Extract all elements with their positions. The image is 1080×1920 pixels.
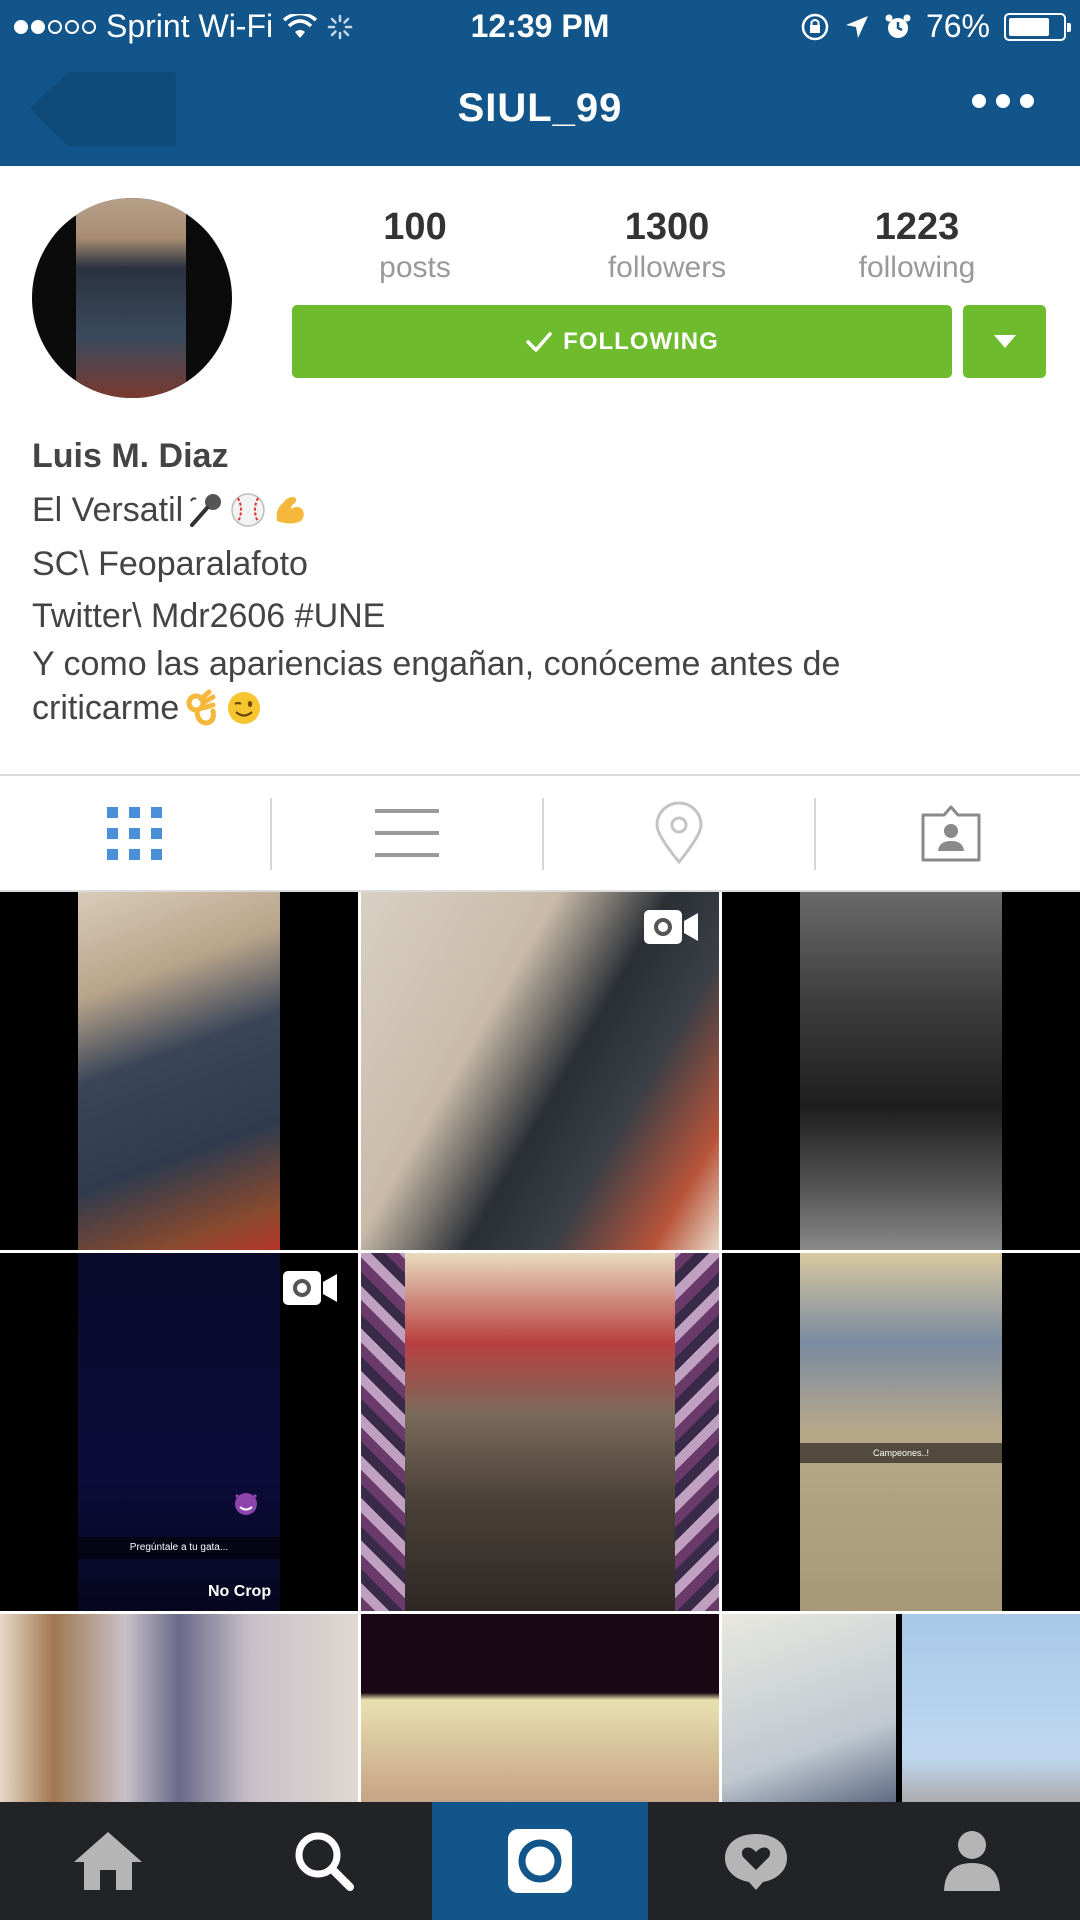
bio-line-snapchat: SC\ Feoparalafoto bbox=[32, 545, 308, 583]
post-border-pattern bbox=[675, 1253, 719, 1611]
profile-username-title: SIUL_99 bbox=[457, 86, 623, 130]
location-pin-icon bbox=[655, 801, 703, 865]
flexed-biceps-emoji-icon bbox=[276, 497, 304, 524]
grid-post-3[interactable] bbox=[722, 892, 1080, 1250]
navigation-bar: SIUL_99 bbox=[0, 54, 1080, 166]
following-button-label: FOLLOWING bbox=[563, 327, 719, 355]
photo-grid: Pregúntale a tu gata... No Crop Campeone… bbox=[0, 892, 1080, 1802]
grid-post-1[interactable] bbox=[0, 892, 358, 1250]
dropdown-arrow-icon bbox=[993, 334, 1016, 348]
followers-label: followers bbox=[607, 251, 727, 284]
profile-stats: 100 posts 1300 followers 1223 following bbox=[290, 206, 1050, 286]
ok-hand-emoji-icon bbox=[186, 689, 217, 726]
bio-line-twitter: Twitter\ Mdr2606 #UNE bbox=[32, 597, 386, 635]
location-arrow-icon bbox=[845, 15, 868, 38]
profile-view-tabs bbox=[0, 774, 1080, 892]
smiling-devil-emoji-icon bbox=[234, 1493, 258, 1515]
post-border-pattern bbox=[361, 1253, 405, 1611]
tab-activity[interactable] bbox=[648, 1802, 864, 1920]
profile-icon bbox=[944, 1831, 1000, 1891]
video-camera-icon bbox=[644, 910, 698, 944]
tab-list-view[interactable] bbox=[272, 776, 542, 890]
rotation-lock-icon bbox=[801, 13, 829, 40]
post-photo bbox=[722, 1614, 896, 1802]
tab-grid-view[interactable] bbox=[0, 776, 270, 890]
tagged-photos-icon bbox=[921, 805, 981, 862]
grid-post-7[interactable] bbox=[0, 1614, 358, 1802]
status-bar: Sprint Wi-Fi 12:39 PM 76% bbox=[0, 0, 1080, 54]
status-right: 76% bbox=[800, 8, 1071, 45]
grid-view-icon bbox=[107, 807, 162, 860]
tab-tagged-photos[interactable] bbox=[816, 776, 1080, 890]
post-photo bbox=[361, 1253, 719, 1611]
no-crop-watermark: No Crop bbox=[208, 1583, 272, 1600]
post-photo bbox=[361, 1614, 719, 1802]
post-photo bbox=[78, 892, 280, 1250]
top-bar: Sprint Wi-Fi 12:39 PM 76% SIUL_99 bbox=[0, 0, 1080, 166]
battery-icon bbox=[1004, 12, 1071, 41]
avatar[interactable] bbox=[32, 198, 232, 398]
grid-post-9[interactable] bbox=[722, 1614, 1080, 1802]
post-photo bbox=[0, 1614, 358, 1802]
bottom-tab-bar bbox=[0, 1802, 1080, 1920]
post-photo bbox=[800, 1253, 1002, 1611]
tab-search[interactable] bbox=[216, 1802, 432, 1920]
grid-post-8[interactable] bbox=[361, 1614, 719, 1802]
alarm-clock-icon bbox=[885, 14, 911, 38]
posts-count: 100 bbox=[383, 206, 447, 248]
bio-tagline: El Versatil bbox=[32, 490, 184, 529]
snap-caption: Pregúntale a tu gata... bbox=[78, 1537, 280, 1559]
tab-profile[interactable] bbox=[864, 1802, 1080, 1920]
posts-label: posts bbox=[379, 251, 451, 284]
tab-camera[interactable] bbox=[432, 1802, 648, 1920]
home-icon bbox=[74, 1832, 142, 1890]
checkmark-icon bbox=[526, 331, 552, 352]
full-name: Luis M. Diaz bbox=[32, 437, 229, 475]
grid-post-6[interactable]: Campeones..! bbox=[722, 1253, 1080, 1611]
grid-post-4[interactable]: Pregúntale a tu gata... No Crop bbox=[0, 1253, 358, 1611]
following-label: following bbox=[858, 251, 976, 284]
profile-bio: Luis M. Diaz El Versatil SC\ Feoparalafo… bbox=[32, 430, 1032, 730]
winking-face-emoji-icon bbox=[228, 692, 261, 724]
following-count: 1223 bbox=[874, 206, 960, 248]
grid-post-5[interactable] bbox=[361, 1253, 719, 1611]
bio-line-quote: Y como las apariencias engañan, conóceme… bbox=[32, 645, 841, 683]
activity-icon bbox=[725, 1834, 787, 1890]
more-options-icon[interactable] bbox=[972, 94, 1034, 108]
posts-stat[interactable]: 100 posts bbox=[290, 206, 540, 285]
post-photo bbox=[902, 1614, 1080, 1802]
grid-post-2[interactable] bbox=[361, 892, 719, 1250]
tab-home[interactable] bbox=[0, 1802, 216, 1920]
microphone-emoji-icon bbox=[190, 494, 222, 527]
tab-location[interactable] bbox=[544, 776, 814, 890]
bio-tagline-row: El Versatil bbox=[32, 482, 1032, 538]
following-stat[interactable]: 1223 following bbox=[792, 206, 1042, 285]
baseball-emoji-icon bbox=[231, 493, 265, 527]
video-camera-icon bbox=[283, 1271, 337, 1305]
list-view-icon bbox=[375, 809, 439, 857]
search-icon bbox=[295, 1832, 354, 1891]
snap-caption: Campeones..! bbox=[800, 1443, 1002, 1463]
avatar-photo bbox=[76, 198, 186, 398]
post-photo bbox=[800, 892, 1002, 1250]
suggestions-dropdown-button[interactable] bbox=[963, 305, 1046, 378]
bio-line-quote-end-row: criticarme bbox=[32, 686, 1032, 730]
battery-percent: 76% bbox=[925, 8, 990, 44]
followers-stat[interactable]: 1300 followers bbox=[542, 206, 792, 285]
followers-count: 1300 bbox=[624, 206, 710, 248]
bio-line-quote-end: criticarme bbox=[32, 689, 180, 727]
camera-icon bbox=[508, 1829, 572, 1893]
following-button[interactable]: FOLLOWING bbox=[292, 305, 952, 378]
